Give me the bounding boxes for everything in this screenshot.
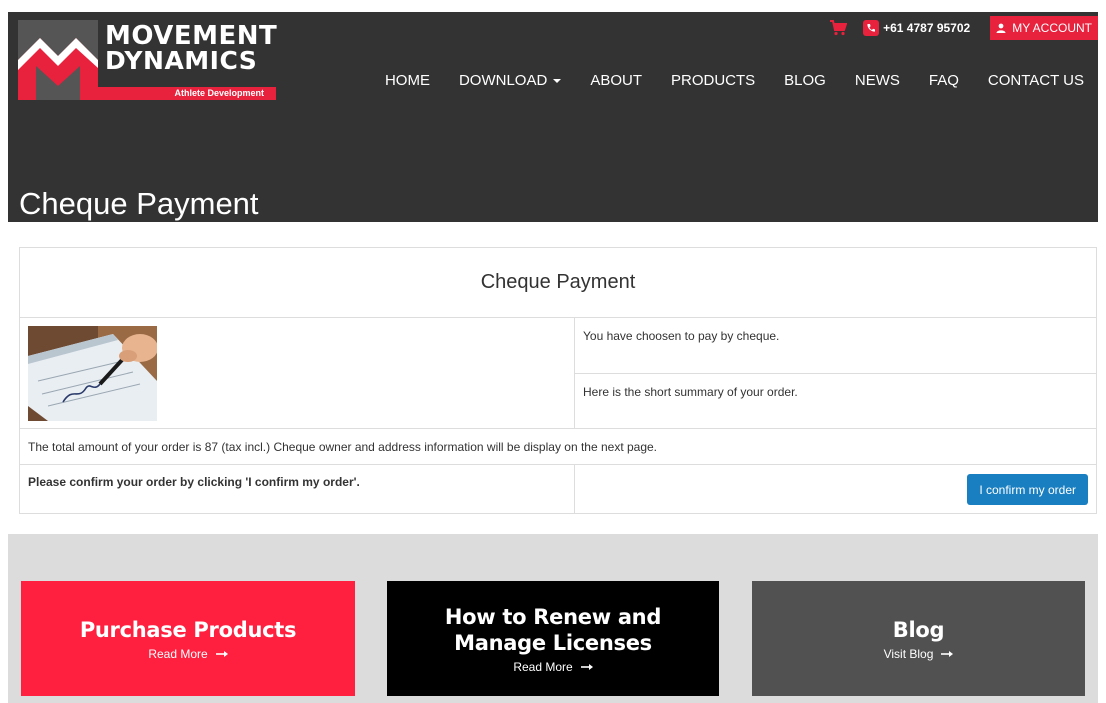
blog-card[interactable]: Blog Visit Blog bbox=[752, 581, 1085, 696]
user-icon bbox=[996, 23, 1006, 33]
confirm-button-cell: I confirm my order bbox=[575, 465, 1096, 513]
visit-blog-link[interactable]: Visit Blog bbox=[884, 647, 954, 661]
nav-item-home[interactable]: HOME bbox=[385, 72, 430, 89]
caret-down-icon bbox=[553, 78, 562, 83]
confirm-order-prompt: Please confirm your order by clicking 'I… bbox=[20, 465, 575, 513]
site-header: MOVEMENT DYNAMICS Athlete Development +6… bbox=[8, 12, 1098, 222]
my-account-label: MY ACCOUNT bbox=[1012, 21, 1092, 35]
purchase-products-card[interactable]: Purchase Products Read More bbox=[21, 581, 355, 696]
chosen-payment-text: You have choosen to pay by cheque. bbox=[575, 318, 1096, 374]
card-title: How to Renew and Manage Licenses bbox=[445, 604, 661, 656]
phone-contact[interactable]: +61 4787 95702 bbox=[863, 20, 970, 36]
nav-item-about[interactable]: ABOUT bbox=[590, 72, 642, 89]
page-title: Cheque Payment bbox=[19, 186, 259, 221]
read-more-link[interactable]: Read More bbox=[513, 659, 593, 674]
nav-item-contact-us[interactable]: CONTACT US bbox=[988, 72, 1084, 89]
logo-mark-icon bbox=[18, 20, 98, 100]
nav-item-products[interactable]: PRODUCTS bbox=[671, 72, 755, 89]
order-total-text: The total amount of your order is 87 (ta… bbox=[20, 429, 1096, 465]
main-navigation: HOME DOWNLOAD ABOUT PRODUCTS BLOG NEWS F… bbox=[356, 72, 1084, 89]
phone-icon bbox=[863, 20, 880, 36]
cart-icon[interactable] bbox=[829, 19, 848, 37]
confirm-order-button[interactable]: I confirm my order bbox=[967, 474, 1088, 505]
cheque-image-cell bbox=[20, 318, 575, 429]
cheque-payment-panel: Cheque Payment You have choosen to pay b… bbox=[19, 247, 1097, 514]
logo-tagline-bar: Athlete Development bbox=[88, 87, 276, 100]
panel-heading: Cheque Payment bbox=[20, 248, 1096, 318]
card-title: Blog bbox=[892, 617, 945, 642]
arrow-right-icon bbox=[941, 650, 954, 657]
card-title-line2: Manage Licenses bbox=[454, 630, 652, 655]
footer-cards-section: Purchase Products Read More How to Renew… bbox=[8, 534, 1098, 703]
renew-licenses-card[interactable]: How to Renew and Manage Licenses Read Mo… bbox=[387, 581, 719, 696]
top-utility-bar: +61 4787 95702 MY ACCOUNT bbox=[829, 16, 1098, 40]
arrow-right-icon bbox=[580, 663, 593, 670]
logo-title-line2: DYNAMICS bbox=[105, 46, 258, 75]
nav-item-download[interactable]: DOWNLOAD bbox=[458, 72, 562, 89]
nav-item-faq[interactable]: FAQ bbox=[929, 72, 959, 89]
arrow-right-icon bbox=[215, 650, 228, 657]
read-more-link[interactable]: Read More bbox=[148, 646, 228, 661]
order-summary-text: Here is the short summary of your order. bbox=[575, 374, 1096, 429]
cheque-writing-image bbox=[28, 326, 157, 421]
logo-tagline: Athlete Development bbox=[174, 88, 264, 98]
card-title: Purchase Products bbox=[79, 617, 297, 642]
phone-number: +61 4787 95702 bbox=[883, 21, 971, 35]
nav-item-blog[interactable]: BLOG bbox=[784, 72, 826, 89]
nav-item-news[interactable]: NEWS bbox=[855, 72, 900, 89]
card-link-label: Read More bbox=[148, 646, 208, 661]
card-title-line1: How to Renew and bbox=[444, 604, 662, 629]
my-account-button[interactable]: MY ACCOUNT bbox=[990, 16, 1098, 40]
nav-item-download-label: DOWNLOAD bbox=[458, 72, 548, 89]
site-logo[interactable]: MOVEMENT DYNAMICS Athlete Development bbox=[18, 20, 277, 104]
card-link-label: Read More bbox=[513, 659, 573, 674]
card-link-label: Visit Blog bbox=[883, 646, 934, 661]
